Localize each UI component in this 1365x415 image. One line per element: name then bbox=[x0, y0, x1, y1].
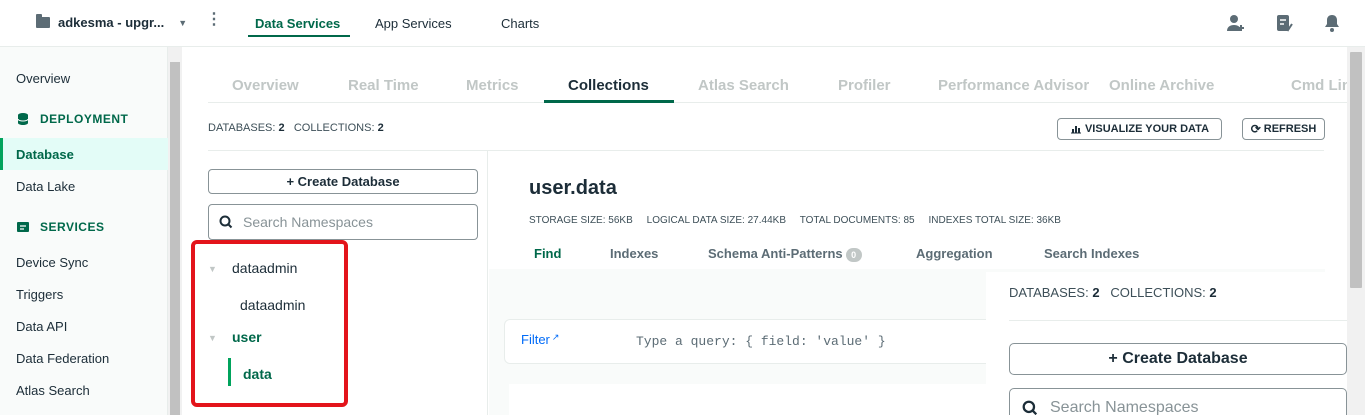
collection-title: user.data bbox=[529, 177, 617, 199]
folder-icon bbox=[36, 14, 50, 28]
chart-icon bbox=[1070, 126, 1081, 134]
tab-find[interactable]: Find bbox=[534, 246, 561, 261]
tab-aggregation[interactable]: Aggregation bbox=[916, 246, 993, 261]
sidebar-section-label: SERVICES bbox=[40, 220, 105, 234]
search-namespaces-input[interactable]: Search Namespaces bbox=[208, 204, 478, 240]
collections-label: COLLECTIONS: bbox=[293, 122, 375, 134]
databases-label: DATABASES: bbox=[208, 122, 276, 134]
project-name: adkesma - upgr... bbox=[58, 15, 165, 30]
search-placeholder: Search Namespaces bbox=[1050, 399, 1199, 415]
logical-size-value: 27.44KB bbox=[747, 215, 786, 226]
sidebar-item-overview[interactable]: Overview bbox=[16, 71, 70, 86]
activity-feed-icon[interactable] bbox=[1273, 12, 1295, 34]
document-list-area bbox=[509, 384, 1009, 415]
tab-performance-advisor[interactable]: Performance Advisor bbox=[938, 77, 1089, 94]
tab-profiler[interactable]: Profiler bbox=[838, 77, 891, 94]
tab-label: Schema Anti-Patterns bbox=[708, 246, 843, 261]
tab-online-archive[interactable]: Online Archive bbox=[1109, 77, 1214, 94]
tab-search-indexes[interactable]: Search Indexes bbox=[1044, 246, 1139, 261]
databases-count: 2 bbox=[278, 122, 285, 134]
indexes-size-label: INDEXES TOTAL SIZE: bbox=[928, 215, 1034, 226]
overlay-create-database-button[interactable]: + Create Database bbox=[1009, 343, 1347, 375]
overlay-divider bbox=[1009, 320, 1349, 321]
panel-divider bbox=[487, 151, 488, 415]
tab-app-services[interactable]: App Services bbox=[375, 16, 452, 31]
search-icon bbox=[219, 215, 233, 229]
sidebar-item-data-lake[interactable]: Data Lake bbox=[16, 179, 75, 194]
visualize-data-button[interactable]: VISUALIZE YOUR DATA bbox=[1057, 118, 1222, 140]
collections-label: COLLECTIONS: bbox=[1110, 285, 1206, 300]
create-database-button[interactable]: + Create Database bbox=[208, 169, 478, 194]
chevron-down-icon: ▼ bbox=[178, 17, 188, 28]
main-scrollbar-thumb[interactable] bbox=[1350, 52, 1362, 288]
tab-charts[interactable]: Charts bbox=[501, 16, 539, 31]
tab-real-time[interactable]: Real Time bbox=[348, 77, 419, 94]
sidebar-section-services: SERVICES bbox=[16, 220, 104, 234]
indexes-size-value: 36KB bbox=[1036, 215, 1061, 226]
notifications-icon[interactable] bbox=[1321, 12, 1343, 34]
overlay-summary: DATABASES: 2 COLLECTIONS: 2 bbox=[1009, 285, 1217, 300]
sidebar-section-deployment: DEPLOYMENT bbox=[16, 112, 128, 126]
storage-size-label: STORAGE SIZE: bbox=[529, 215, 606, 226]
total-docs-label: TOTAL DOCUMENTS: bbox=[799, 215, 901, 226]
invite-user-icon[interactable] bbox=[1225, 12, 1247, 34]
filter-link[interactable]: Filter ↗ bbox=[521, 332, 559, 347]
query-input[interactable]: Type a query: { field: 'value' } bbox=[636, 334, 886, 349]
sidebar-scrollbar-thumb[interactable] bbox=[170, 62, 180, 415]
refresh-label: REFRESH bbox=[1263, 123, 1317, 135]
overlay-search-namespaces-input[interactable]: Search Namespaces bbox=[1009, 388, 1347, 415]
tab-collections[interactable]: Collections bbox=[568, 77, 649, 94]
tab-cmd-line[interactable]: Cmd Lin bbox=[1291, 77, 1351, 94]
collection-stats: STORAGE SIZE: 56KB LOGICAL DATA SIZE: 27… bbox=[529, 215, 1061, 226]
collections-count: 2 bbox=[377, 122, 384, 134]
filter-label: Filter bbox=[521, 332, 550, 347]
logical-size-label: LOGICAL DATA SIZE: bbox=[646, 215, 745, 226]
tab-metrics[interactable]: Metrics bbox=[466, 77, 519, 94]
sidebar-item-data-federation[interactable]: Data Federation bbox=[16, 351, 109, 366]
total-docs-value: 85 bbox=[903, 215, 915, 226]
storage-size-value: 56KB bbox=[608, 215, 633, 226]
sidebar-item-device-sync[interactable]: Device Sync bbox=[16, 255, 88, 270]
search-icon bbox=[1022, 400, 1038, 415]
top-navigation-bar: adkesma - upgr... ▼ ⋮ Data Services App … bbox=[0, 0, 1365, 47]
databases-count: 2 bbox=[1092, 285, 1100, 300]
project-selector[interactable]: adkesma - upgr... ▼ bbox=[36, 14, 188, 30]
search-placeholder: Search Namespaces bbox=[243, 214, 373, 230]
refresh-icon: ⟳ bbox=[1250, 122, 1261, 136]
tab-indexes[interactable]: Indexes bbox=[610, 246, 658, 261]
services-icon bbox=[17, 222, 29, 232]
sidebar-item-data-api[interactable]: Data API bbox=[16, 319, 67, 334]
tab-schema-anti-patterns[interactable]: Schema Anti-Patterns 0 bbox=[708, 246, 862, 262]
tab-overview[interactable]: Overview bbox=[232, 77, 299, 94]
external-link-icon: ↗ bbox=[551, 332, 560, 342]
tab-atlas-search[interactable]: Atlas Search bbox=[698, 77, 789, 94]
sidebar-item-database[interactable]: Database bbox=[16, 147, 74, 162]
sidebar-item-atlas-search[interactable]: Atlas Search bbox=[16, 383, 90, 398]
cluster-summary: DATABASES: 2 COLLECTIONS: 2 bbox=[208, 122, 384, 134]
collections-count: 2 bbox=[1209, 285, 1217, 300]
active-tab-indicator bbox=[544, 100, 674, 103]
tab-data-services[interactable]: Data Services bbox=[255, 16, 340, 31]
refresh-button[interactable]: ⟳ REFRESH bbox=[1242, 118, 1325, 140]
count-badge: 0 bbox=[845, 247, 862, 262]
tabs-divider bbox=[208, 102, 1348, 103]
highlight-annotation bbox=[191, 240, 348, 407]
active-tab-indicator bbox=[248, 35, 350, 37]
summary-divider bbox=[208, 150, 1324, 151]
databases-label: DATABASES: bbox=[1009, 285, 1089, 300]
sidebar-item-triggers[interactable]: Triggers bbox=[16, 287, 63, 302]
sidebar-section-label: DEPLOYMENT bbox=[40, 112, 129, 126]
visualize-data-label: VISUALIZE YOUR DATA bbox=[1084, 123, 1210, 135]
active-item-bar bbox=[0, 138, 3, 170]
database-icon bbox=[17, 113, 29, 125]
more-options-icon[interactable]: ⋮ bbox=[206, 12, 222, 28]
left-sidebar: Overview DEPLOYMENT Database Data Lake S… bbox=[0, 47, 168, 415]
